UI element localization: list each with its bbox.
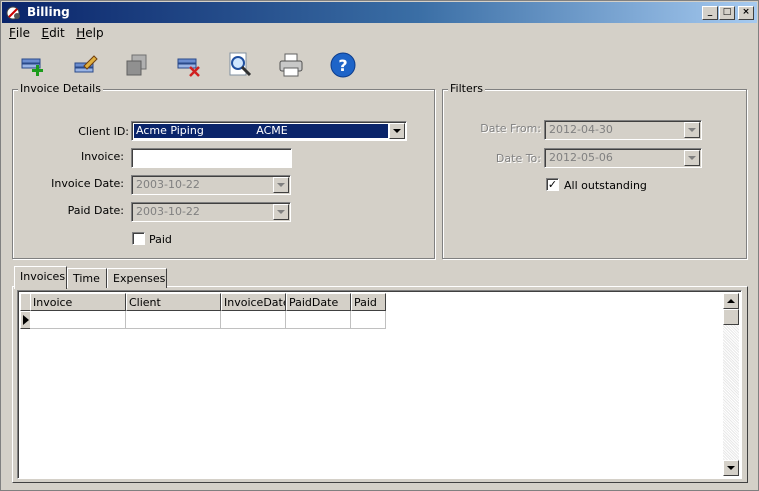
invoice-date-picker[interactable]: 2003-10-22 (131, 175, 291, 195)
delete-record-icon (177, 58, 200, 77)
help-icon: ? (330, 52, 356, 78)
svg-text:?: ? (338, 56, 347, 75)
tab-time[interactable]: Time (67, 268, 107, 288)
printer-icon (279, 53, 303, 77)
help-button[interactable]: ? (326, 48, 360, 82)
scroll-up-button[interactable] (723, 293, 739, 309)
billing-app-icon (6, 5, 22, 21)
menu-edit[interactable]: Edit (37, 25, 68, 41)
print-button[interactable] (274, 48, 308, 82)
date-from-value: 2012-04-30 (549, 123, 613, 136)
edit-record-icon (74, 55, 98, 73)
scroll-down-button[interactable] (723, 460, 739, 476)
all-outstanding-label[interactable]: All outstanding (564, 179, 647, 192)
table-cell[interactable] (126, 311, 221, 329)
menu-edit-accel: E (41, 26, 50, 40)
filters-group: Filters (442, 82, 747, 259)
maximize-button[interactable]: □ (719, 6, 735, 20)
client-id-dropdown-button[interactable] (389, 123, 405, 139)
client-id-select[interactable]: Acme Piping ACME (131, 121, 407, 141)
table-cell[interactable] (221, 311, 286, 329)
close-button[interactable]: × (738, 6, 754, 20)
column-header-client[interactable]: Client (126, 293, 221, 311)
menu-edit-label: dit (49, 26, 65, 40)
delete-record-button[interactable] (172, 48, 206, 82)
menu-help[interactable]: Help (72, 25, 107, 41)
client-id-value: Acme Piping ACME (134, 124, 388, 138)
column-header-paiddate[interactable]: PaidDate (286, 293, 351, 311)
invoice-date-dropdown-button[interactable] (273, 177, 289, 193)
window-title: Billing (27, 5, 70, 19)
all-outstanding-checkbox[interactable]: ✓ (546, 178, 559, 191)
search-icon (229, 52, 252, 77)
menu-bar: File Edit Help (5, 25, 108, 43)
invoices-grid[interactable]: Invoice Client InvoiceDate PaidDate Paid (17, 290, 742, 479)
search-button[interactable] (223, 48, 257, 82)
grid-vertical-scrollbar[interactable] (723, 293, 739, 476)
date-from-picker[interactable]: 2012-04-30 (544, 120, 702, 140)
edit-record-button[interactable] (69, 48, 103, 82)
menu-help-accel: H (76, 26, 86, 40)
invoice-input[interactable] (131, 148, 292, 168)
copy-record-button[interactable] (120, 48, 154, 82)
paid-date-picker[interactable]: 2003-10-22 (131, 202, 291, 222)
date-to-label: Date To: (495, 152, 541, 165)
add-record-button[interactable] (15, 48, 49, 82)
tab-invoices[interactable]: Invoices (14, 266, 67, 289)
chevron-down-icon (277, 183, 285, 187)
table-cell[interactable] (286, 311, 351, 329)
minimize-button[interactable]: _ (702, 6, 718, 20)
title-bar[interactable]: Billing _ □ × (2, 2, 757, 23)
filters-legend: Filters (448, 82, 485, 95)
chevron-down-icon (393, 129, 401, 133)
paid-date-value: 2003-10-22 (136, 205, 200, 218)
add-record-icon (21, 58, 43, 76)
table-cell[interactable] (30, 311, 126, 329)
date-to-dropdown-button[interactable] (684, 150, 700, 166)
checkmark-icon: ✓ (547, 178, 558, 191)
invoice-details-legend: Invoice Details (18, 82, 103, 95)
menu-file-label: ile (15, 26, 30, 40)
menu-file-accel: F (9, 26, 16, 40)
chevron-down-icon (688, 128, 696, 132)
date-to-value: 2012-05-06 (549, 151, 613, 164)
client-id-label: Client ID: (78, 125, 129, 138)
date-from-dropdown-button[interactable] (684, 122, 700, 138)
date-from-label: Date From: (480, 122, 541, 135)
paid-date-dropdown-button[interactable] (273, 204, 289, 220)
scroll-up-arrow-icon (727, 299, 735, 303)
table-cell[interactable] (351, 311, 386, 329)
copy-record-icon (126, 54, 147, 76)
paid-date-label: Paid Date: (67, 204, 124, 217)
column-header-paid[interactable]: Paid (351, 293, 386, 311)
scroll-thumb[interactable] (723, 309, 739, 325)
tab-expenses[interactable]: Expenses (107, 268, 167, 288)
column-header-invoice[interactable]: Invoice (30, 293, 126, 311)
invoice-date-value: 2003-10-22 (136, 178, 200, 191)
menu-help-label: elp (85, 26, 104, 40)
paid-checkbox[interactable] (132, 232, 145, 245)
chevron-down-icon (277, 210, 285, 214)
scroll-down-arrow-icon (727, 466, 735, 470)
paid-checkbox-label[interactable]: Paid (149, 233, 172, 246)
invoice-date-label: Invoice Date: (51, 177, 124, 190)
date-to-picker[interactable]: 2012-05-06 (544, 148, 702, 168)
billing-window: Billing _ □ × File Edit Help ? Invoice D… (0, 0, 759, 491)
invoice-details-group: Invoice Details (12, 82, 435, 259)
chevron-down-icon (688, 156, 696, 160)
menu-file[interactable]: File (5, 25, 34, 41)
invoice-label: Invoice: (80, 150, 124, 163)
column-header-invoicedate[interactable]: InvoiceDate (221, 293, 286, 311)
